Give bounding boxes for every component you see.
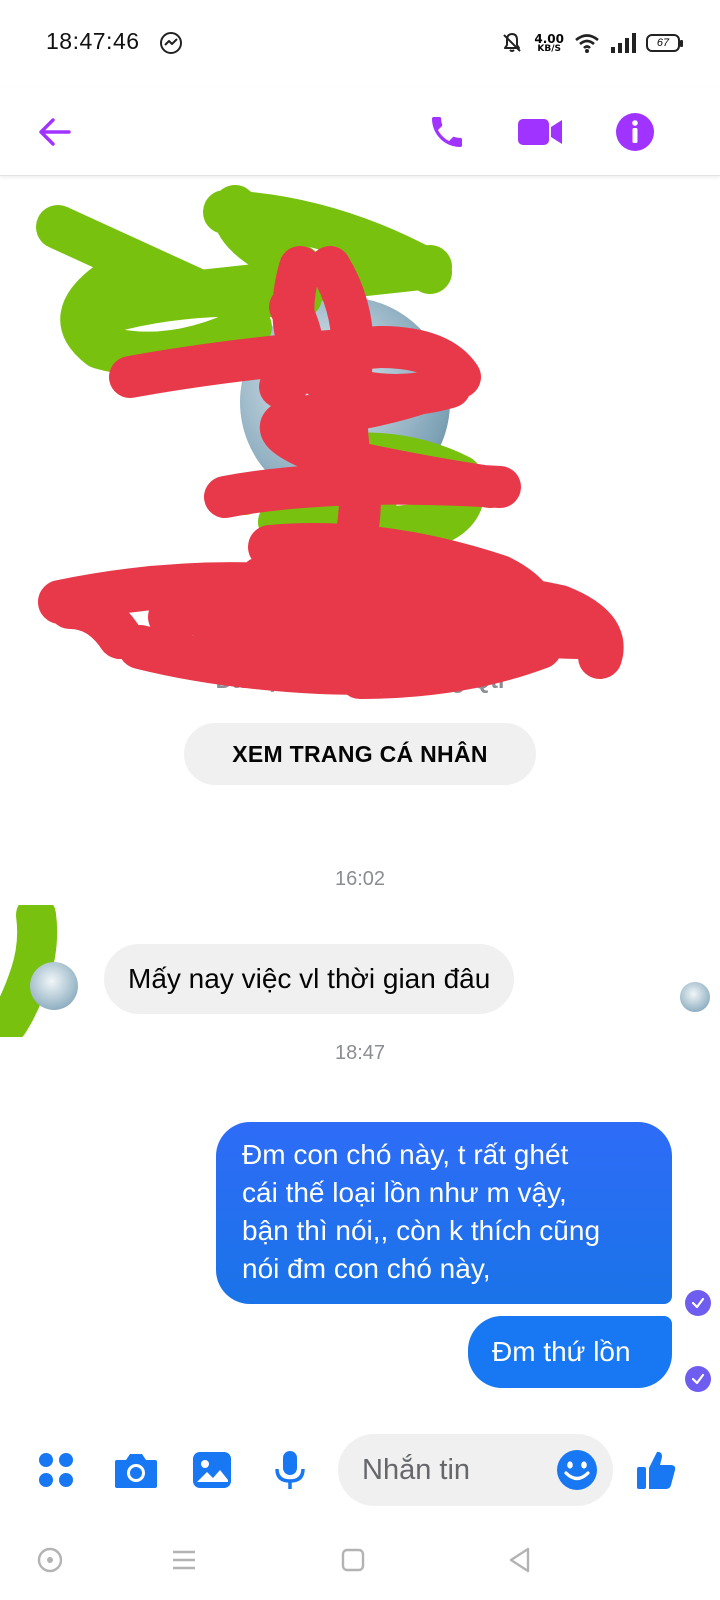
message-line: bận thì nói,, còn k thích cũng (242, 1215, 601, 1246)
status-time: 18:47:46 (46, 28, 140, 54)
back-nav-button[interactable] (485, 1520, 555, 1600)
timestamp: 18:47 (334, 1042, 386, 1064)
incoming-message-bubble[interactable]: Mấy nay việc vl thời gian đâu (104, 944, 515, 1014)
message-line: nói đm con chó này, (242, 1253, 491, 1284)
delivered-check-icon (685, 1290, 711, 1316)
camera-icon (115, 1454, 157, 1488)
back-arrow-icon (39, 118, 71, 146)
image-icon (193, 1452, 231, 1488)
voice-call-button[interactable] (417, 88, 477, 176)
read-receipt-avatar (680, 982, 710, 1012)
chat-header (0, 88, 720, 176)
bell-muted-icon (503, 33, 522, 52)
network-speed: 4.00 KB/S (534, 33, 564, 54)
status-right: 4.00 KB/S 67 (500, 28, 683, 58)
timestamp: 16:02 (334, 868, 386, 890)
assistant-button[interactable] (15, 1520, 85, 1600)
square-icon (341, 1548, 365, 1572)
outgoing-message-bubble[interactable]: Đm thứ lồn (468, 1316, 672, 1388)
message-input[interactable] (362, 1434, 542, 1506)
recent-apps-button[interactable] (149, 1520, 219, 1600)
emoji-icon (557, 1450, 597, 1490)
conversation-info-button[interactable] (605, 88, 665, 176)
camera-button[interactable] (106, 1420, 166, 1520)
grid-menu-icon (39, 1453, 73, 1487)
profile-work-info: V.I. Tr Trị (312, 629, 408, 655)
composer-bar (0, 1420, 720, 1520)
emoji-button[interactable] (555, 1448, 599, 1492)
messenger-notification-icon (160, 32, 182, 54)
message-line: cái thế loại lồn như m vậy, (242, 1177, 567, 1208)
profile-name: L (352, 522, 368, 552)
profile-intro: L V.I. Tr Trị Đã học tại Tru a Phong-Qti… (0, 177, 720, 817)
menu-lines-icon (173, 1550, 195, 1570)
circle-dot-icon (37, 1547, 63, 1573)
signal-icon (611, 33, 636, 53)
message-line: Đm con chó này, t rất ghét (242, 1139, 569, 1170)
voice-message-button[interactable] (260, 1420, 320, 1520)
thumbs-up-icon (637, 1451, 676, 1489)
video-camera-icon (518, 119, 562, 145)
network-speed-unit: KB/S (537, 43, 561, 54)
system-navigation-bar (0, 1520, 720, 1600)
more-actions-button[interactable] (26, 1420, 86, 1520)
info-icon (616, 113, 654, 151)
wifi-icon (575, 34, 599, 53)
delivered-check-icon (685, 1366, 711, 1392)
network-speed-value: 4.00 (534, 31, 564, 46)
battery-indicator: 67 (646, 34, 683, 52)
profile-avatar[interactable] (240, 297, 450, 507)
video-call-button[interactable] (510, 88, 570, 176)
like-button[interactable] (626, 1420, 686, 1520)
gallery-button[interactable] (182, 1420, 242, 1520)
message-field[interactable] (338, 1434, 613, 1506)
profile-education-info: Đã học tại Tru a Phong-Qti (215, 667, 505, 693)
status-bar: 18:47:46 4.00 KB/S 67 (0, 0, 720, 88)
home-button[interactable] (318, 1520, 388, 1600)
back-button[interactable] (25, 88, 85, 176)
microphone-icon (275, 1451, 305, 1489)
outgoing-message-bubble[interactable]: Đm con chó này, t rất ghét cái thế loại … (216, 1122, 672, 1304)
phone-icon (432, 117, 462, 147)
sender-avatar[interactable] (30, 962, 78, 1010)
triangle-back-icon (509, 1547, 530, 1573)
view-profile-button[interactable]: XEM TRANG CÁ NHÂN (184, 723, 536, 785)
